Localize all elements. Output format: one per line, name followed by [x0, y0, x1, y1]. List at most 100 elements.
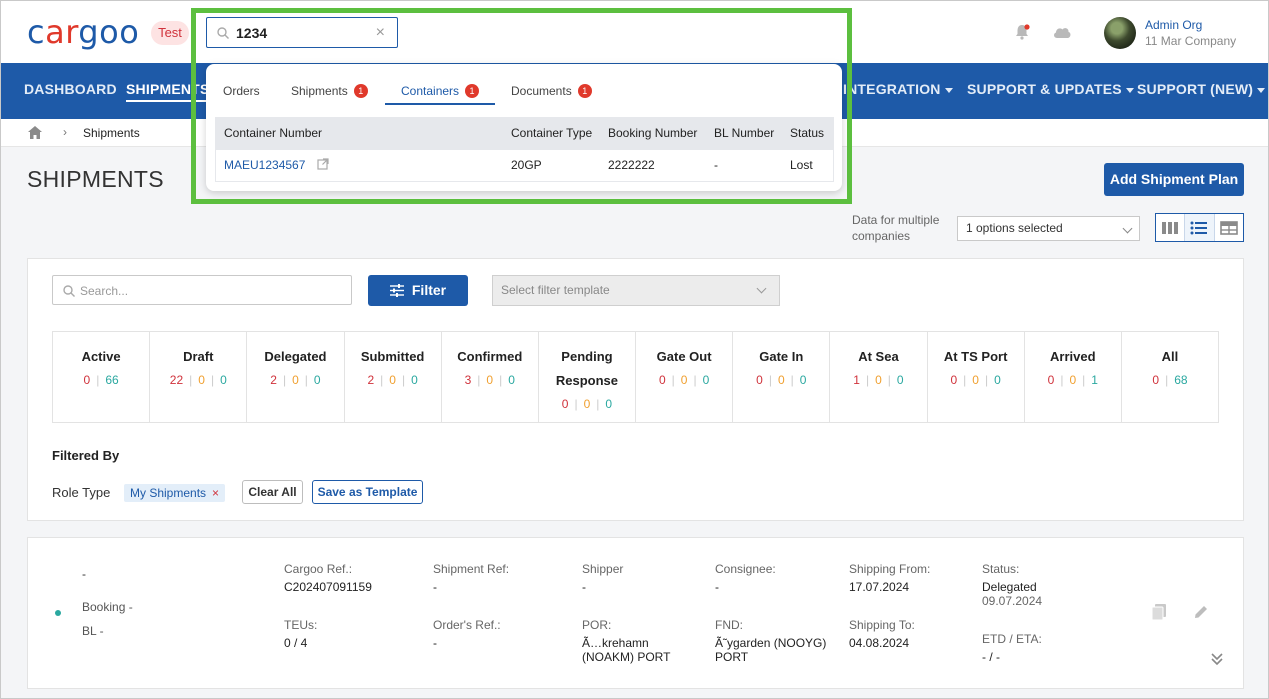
status-date: 09.07.2024 — [982, 594, 1043, 608]
chevron-down-icon — [944, 87, 953, 93]
status-tile[interactable]: Arrived 0 | 0 | 1 — [1025, 332, 1122, 422]
status-count[interactable]: 0 — [389, 373, 396, 387]
shipping-to-label: Shipping To: — [849, 618, 915, 632]
status-count[interactable]: 0 — [486, 373, 493, 387]
add-shipment-plan-button[interactable]: Add Shipment Plan — [1104, 163, 1244, 196]
status-tile[interactable]: All 0 | 68 — [1122, 332, 1218, 422]
global-search-input[interactable]: 1234 × — [206, 17, 398, 48]
status-count[interactable]: 0 — [950, 373, 957, 387]
nav-support-new[interactable]: SUPPORT (NEW) — [1137, 81, 1266, 97]
status-count[interactable]: 0 — [562, 397, 569, 411]
status-count[interactable]: 0 — [659, 373, 666, 387]
clear-search-icon[interactable]: × — [376, 24, 385, 42]
status-count[interactable]: 0 — [508, 373, 515, 387]
status-count[interactable]: 0 — [605, 397, 612, 411]
status-tile[interactable]: At TS Port 0 | 0 | 0 — [928, 332, 1025, 422]
status-tile[interactable]: Confirmed 3 | 0 | 0 — [442, 332, 539, 422]
edit-pencil-icon[interactable] — [1193, 604, 1209, 620]
status-tile-counts: 3 | 0 | 0 — [464, 373, 515, 387]
status-count[interactable]: 1 — [853, 373, 860, 387]
status-count[interactable]: 0 — [220, 373, 227, 387]
role-filter-chip: My Shipments × — [124, 484, 226, 502]
shipper-label: Shipper — [582, 562, 624, 576]
home-icon[interactable] — [28, 126, 42, 139]
external-link-icon[interactable] — [317, 158, 329, 170]
status-count[interactable]: 2 — [270, 373, 277, 387]
company-select[interactable]: 1 options selected — [957, 216, 1140, 241]
status-tile[interactable]: Pending Response 0 | 0 | 0 — [539, 332, 637, 422]
tab-shipments[interactable]: Shipments 1 — [291, 84, 368, 98]
status-tile-counts: 2 | 0 | 0 — [367, 373, 418, 387]
status-count[interactable]: 0 — [897, 373, 904, 387]
status-tile[interactable]: Gate Out 0 | 0 | 0 — [636, 332, 734, 422]
clear-all-button[interactable]: Clear All — [242, 480, 303, 504]
container-type-cell: 20GP — [511, 158, 542, 172]
status-tile-counts: 0 | 68 — [1152, 373, 1188, 387]
filter-template-select[interactable]: Select filter template — [492, 275, 780, 306]
tab-documents[interactable]: Documents 1 — [511, 84, 592, 98]
status-tile-label: Submitted — [360, 349, 425, 364]
status-tile[interactable]: Active 0 | 66 — [53, 332, 151, 422]
user-avatar[interactable] — [1104, 17, 1136, 49]
tab-containers[interactable]: Containers 1 — [401, 84, 480, 98]
nav-support-updates[interactable]: SUPPORT & UPDATES — [967, 81, 1134, 97]
status-tile-counts: 0 | 0 | 0 — [950, 373, 1001, 387]
status-count[interactable]: 0 — [198, 373, 205, 387]
column-header: Container Number — [224, 126, 323, 140]
list-view-button[interactable] — [1185, 214, 1215, 241]
notification-bell-icon[interactable] — [1013, 23, 1031, 41]
status-count[interactable]: 22 — [170, 373, 183, 387]
status-count[interactable]: 0 — [84, 373, 91, 387]
shipment-card[interactable] — [27, 537, 1244, 689]
por-value: Ã…krehamn (NOAKM) PORT — [582, 636, 671, 664]
nav-integration[interactable]: INTEGRATION — [843, 81, 953, 97]
consignee-label: Consignee: — [715, 562, 776, 576]
save-as-template-button[interactable]: Save as Template — [312, 480, 423, 504]
status-tile[interactable]: Submitted 2 | 0 | 0 — [345, 332, 442, 422]
tab-orders[interactable]: Orders — [223, 84, 260, 98]
filter-button[interactable]: Filter — [368, 275, 468, 306]
double-chevron-down-icon[interactable] — [1210, 652, 1224, 666]
status-count[interactable]: 0 — [292, 373, 299, 387]
status-count[interactable]: 0 — [1069, 373, 1076, 387]
status-tile[interactable]: Delegated 2 | 0 | 0 — [247, 332, 345, 422]
status-count[interactable]: 0 — [972, 373, 979, 387]
status-tile-label: Gate In — [759, 349, 804, 364]
view-toggle — [1155, 213, 1244, 242]
status-tile[interactable]: Draft 22 | 0 | 0 — [150, 332, 248, 422]
nav-dashboard[interactable]: DASHBOARD — [24, 81, 117, 97]
remove-chip-icon[interactable]: × — [212, 486, 219, 500]
column-view-button[interactable] — [1156, 214, 1186, 241]
status-count[interactable]: 66 — [105, 373, 118, 387]
status-count[interactable]: 0 — [314, 373, 321, 387]
status-count[interactable]: 0 — [778, 373, 785, 387]
cargoo-logo[interactable]: cargoo — [27, 13, 139, 51]
filter-template-placeholder: Select filter template — [501, 283, 610, 297]
status-count[interactable]: 3 — [465, 373, 472, 387]
status-count[interactable]: 0 — [411, 373, 418, 387]
status-count[interactable]: 1 — [1091, 373, 1098, 387]
status-tile[interactable]: At Sea 1 | 0 | 0 — [830, 332, 928, 422]
status-count[interactable]: 68 — [1174, 373, 1187, 387]
status-count[interactable]: 0 — [703, 373, 710, 387]
status-tile[interactable]: Gate In 0 | 0 | 0 — [733, 332, 831, 422]
status-count[interactable]: 0 — [875, 373, 882, 387]
shipping-from-label: Shipping From: — [849, 562, 931, 576]
status-count[interactable]: 2 — [367, 373, 374, 387]
container-number-link[interactable]: MAEU1234567 — [224, 158, 329, 172]
shipment-search-input[interactable]: Search... — [52, 275, 352, 305]
status-count[interactable]: 0 — [994, 373, 1001, 387]
status-count[interactable]: 0 — [800, 373, 807, 387]
user-name[interactable]: Admin Org — [1145, 18, 1202, 32]
status-count[interactable]: 0 — [1152, 373, 1159, 387]
copy-icon[interactable] — [1151, 604, 1167, 621]
status-count[interactable]: 0 — [681, 373, 688, 387]
search-icon — [217, 27, 229, 39]
status-tile-counts: 0 | 0 | 0 — [658, 373, 710, 387]
status-count[interactable]: 0 — [584, 397, 591, 411]
status-count[interactable]: 0 — [1048, 373, 1055, 387]
cloud-icon[interactable] — [1051, 23, 1073, 41]
status-count[interactable]: 0 — [756, 373, 763, 387]
count-badge: 1 — [353, 84, 368, 98]
table-view-button[interactable] — [1215, 214, 1243, 241]
